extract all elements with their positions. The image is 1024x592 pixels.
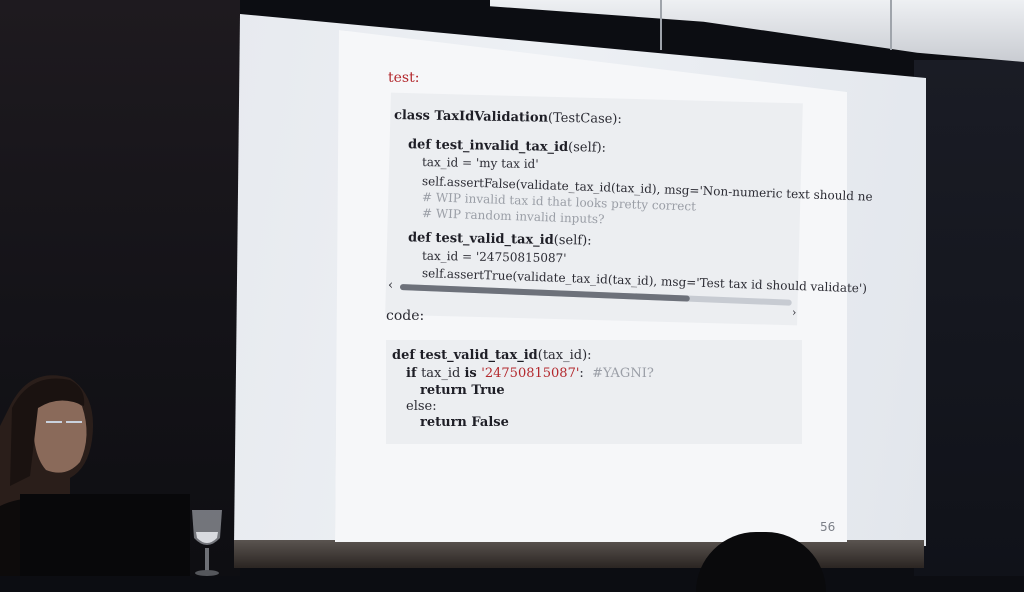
wine-glass bbox=[192, 510, 222, 576]
return-false-line: return False bbox=[420, 415, 509, 430]
laptop bbox=[20, 494, 190, 576]
is-keyword: is bbox=[464, 366, 482, 381]
def-keyword: def bbox=[407, 230, 436, 246]
else-line: else: bbox=[406, 399, 437, 414]
scroll-right-arrow[interactable]: › bbox=[792, 306, 796, 319]
screen-bottom-edge bbox=[234, 540, 924, 568]
if-keyword: if bbox=[406, 366, 422, 381]
if-line: if tax_id is '24750815087': #YAGNI? bbox=[406, 366, 654, 381]
section-label-code: code: bbox=[386, 308, 425, 324]
if-colon: : bbox=[579, 366, 584, 381]
slide-page-number: 56 bbox=[820, 520, 836, 534]
def-keyword: def bbox=[407, 137, 436, 153]
projector-screen: test: class TaxIdValidation(TestCase): d… bbox=[0, 0, 1024, 576]
if-comment: #YAGNI? bbox=[592, 366, 654, 381]
if-value: '24750815087' bbox=[481, 366, 580, 381]
function-name: test_valid_tax_id bbox=[419, 348, 538, 363]
function-name: test_valid_tax_id bbox=[435, 230, 554, 248]
code-line-tax-id-1: tax_id = 'my tax id' bbox=[421, 154, 539, 172]
function-args: (self): bbox=[567, 140, 607, 156]
return-true-line: return True bbox=[420, 383, 505, 398]
def-impl: def test_valid_tax_id(tax_id): bbox=[392, 348, 592, 363]
function-name: test_invalid_tax_id bbox=[435, 137, 569, 156]
function-args: (self): bbox=[553, 232, 592, 249]
class-keyword: class bbox=[393, 108, 435, 124]
def-keyword: def bbox=[392, 348, 420, 363]
scroll-left-arrow[interactable]: ‹ bbox=[388, 278, 393, 293]
class-name: TaxIdValidation bbox=[434, 108, 549, 126]
def-test-valid: def test_valid_tax_id(self): bbox=[408, 230, 592, 248]
if-expression: tax_id bbox=[421, 366, 465, 381]
section-label-test: test: bbox=[388, 70, 420, 86]
class-args: (TestCase): bbox=[547, 110, 622, 127]
function-args: (tax_id): bbox=[537, 348, 592, 363]
code-line-tax-id-2: tax_id = '24750815087' bbox=[421, 248, 567, 266]
